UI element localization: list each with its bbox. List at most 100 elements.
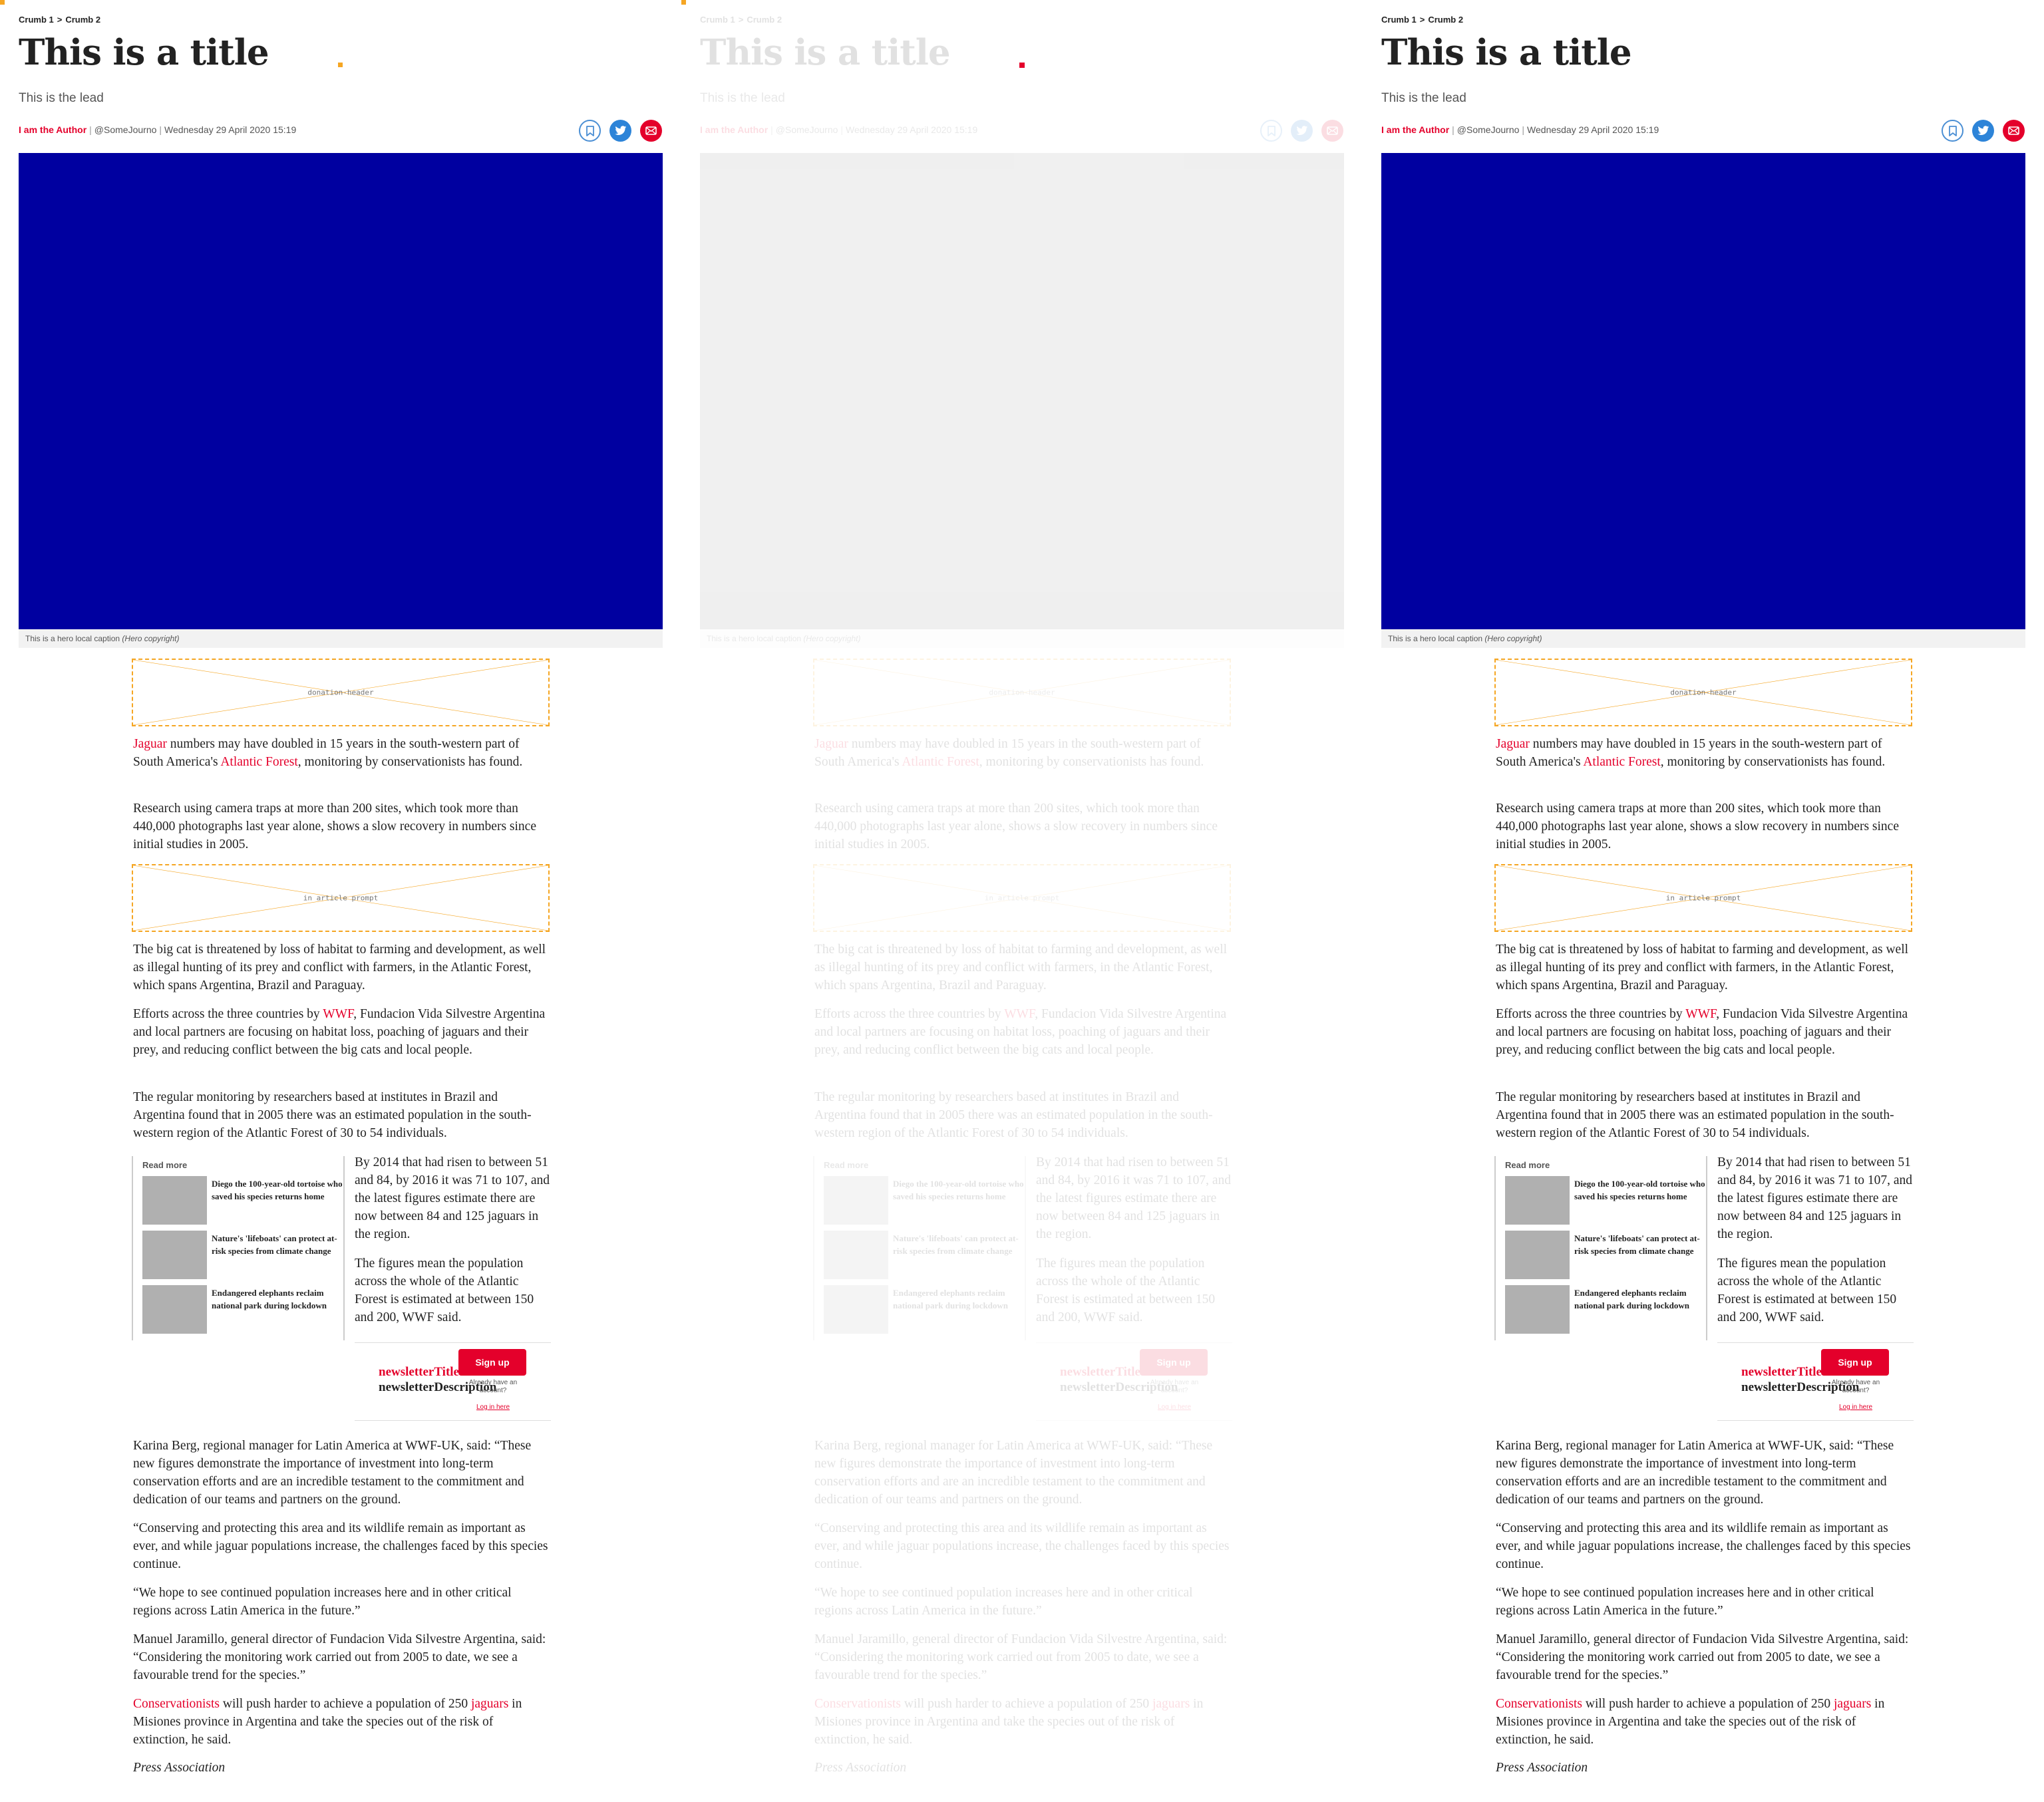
twitter-share-button[interactable] (1972, 120, 1994, 142)
read-more-heading: Read more (1505, 1160, 1550, 1170)
read-more-title: Nature's 'lifeboats' can protect at-risk… (212, 1233, 337, 1256)
read-more-thumbnail (1505, 1285, 1570, 1334)
read-more-title: Endangered elephants reclaim national pa… (1574, 1288, 1690, 1310)
newsletter-signup: newsletterTitle newsletterDescription Si… (1717, 1342, 1914, 1421)
paragraph-1: Jaguar numbers may have doubled in 15 ye… (1496, 737, 1886, 769)
read-more-item[interactable]: Endangered elephants reclaim national pa… (142, 1285, 342, 1334)
author-link[interactable]: I am the Author (700, 124, 768, 135)
read-more-item[interactable]: Endangered elephants reclaim national pa… (1505, 1285, 1705, 1334)
read-more-title: Diego the 100-year-old tortoise who save… (1574, 1179, 1705, 1201)
conservationists-link[interactable]: Conservationists (1496, 1697, 1582, 1711)
login-link[interactable]: Log in here (1821, 1404, 1890, 1411)
article-panel-faded: Crumb 1 > Crumb 2 This is a title This is … (681, 0, 1363, 1802)
read-more-item[interactable]: Endangered elephants reclaim national pa… (824, 1285, 1023, 1334)
paragraph-11: Manuel Jaramillo, general director of Fu… (133, 1632, 546, 1682)
bookmark-button[interactable] (579, 120, 601, 142)
atlantic-forest-link[interactable]: Atlantic Forest (220, 755, 297, 769)
breadcrumb-item-1[interactable]: Crumb 1 (19, 15, 54, 25)
atlantic-forest-link[interactable]: Atlantic Forest (1583, 755, 1660, 769)
breadcrumb-separator: > (57, 15, 63, 25)
paragraph-1: Jaguar numbers may have doubled in 15 ye… (133, 737, 523, 769)
paragraph-2: Research using camera traps at more than… (133, 802, 536, 851)
in-article-prompt-placeholder: in article prompt (1494, 864, 1912, 932)
jaguar-link[interactable]: Jaguar (814, 737, 848, 751)
read-more-thumbnail (824, 1231, 888, 1279)
article-signature: Press Association (133, 1761, 226, 1775)
author-link[interactable]: I am the Author (1381, 124, 1449, 135)
read-more-item[interactable]: Nature's 'lifeboats' can protect at-risk… (1505, 1231, 1705, 1280)
read-more-title: Diego the 100-year-old tortoise who save… (212, 1179, 343, 1201)
conservationists-link[interactable]: Conservationists (133, 1697, 220, 1711)
paragraph-2: Research using camera traps at more than… (814, 802, 1218, 851)
read-more-thumbnail (824, 1285, 888, 1334)
jaguars-link[interactable]: jaguars (471, 1697, 508, 1711)
author-handle: @SomeJourno (1456, 124, 1520, 135)
read-more-item[interactable]: Diego the 100-year-old tortoise who save… (1505, 1176, 1705, 1225)
wwf-link[interactable]: WWF (1004, 1007, 1035, 1021)
breadcrumb-item-2[interactable]: Crumb 2 (1428, 15, 1463, 25)
jaguars-link[interactable]: jaguars (1152, 1697, 1190, 1711)
publish-date: Wednesday 29 April 2020 15:19 (164, 124, 297, 135)
twitter-icon (1295, 126, 1307, 135)
email-share-button[interactable] (1321, 120, 1343, 142)
email-share-button[interactable] (2003, 120, 2025, 142)
article-signature: Press Association (1496, 1761, 1588, 1775)
bookmark-icon (586, 125, 594, 136)
placeholder-label: donation-header (307, 688, 374, 697)
jaguar-link[interactable]: Jaguar (133, 737, 167, 751)
hero-copyright: (Hero copyright) (122, 634, 180, 643)
paragraph-8: Karina Berg, regional manager for Latin … (133, 1439, 532, 1507)
paragraph-4: Efforts across the three countries by WW… (1496, 1007, 1908, 1057)
jaguars-link[interactable]: jaguars (1834, 1697, 1871, 1711)
email-share-button[interactable] (640, 120, 662, 142)
paragraph-9: “Conserving and protecting this area and… (814, 1521, 1230, 1571)
atlantic-forest-link[interactable]: Atlantic Forest (902, 755, 979, 769)
debug-marker (0, 0, 5, 5)
publish-date: Wednesday 29 April 2020 15:19 (846, 124, 978, 135)
read-more-item[interactable]: Diego the 100-year-old tortoise who save… (824, 1176, 1024, 1225)
signup-button[interactable]: Sign up (1821, 1349, 1889, 1376)
byline-divider: | (1522, 124, 1525, 135)
read-more-title: Diego the 100-year-old tortoise who save… (893, 1179, 1024, 1201)
debug-marker (1019, 63, 1025, 68)
breadcrumb-item-1[interactable]: Crumb 1 (1381, 15, 1417, 25)
login-link[interactable]: Log in here (1140, 1404, 1209, 1411)
twitter-icon (614, 126, 626, 135)
breadcrumb-item-2[interactable]: Crumb 2 (65, 15, 100, 25)
twitter-icon (1977, 126, 1989, 135)
wwf-link[interactable]: WWF (323, 1007, 353, 1021)
read-more-item[interactable]: Diego the 100-year-old tortoise who save… (142, 1176, 343, 1225)
author-link[interactable]: I am the Author (19, 124, 86, 135)
twitter-share-button[interactable] (1291, 120, 1313, 142)
donation-header-placeholder: donation-header (813, 659, 1231, 726)
paragraph-1: Jaguar numbers may have doubled in 15 ye… (814, 737, 1204, 769)
read-more-item[interactable]: Nature's 'lifeboats' can protect at-risk… (824, 1231, 1023, 1280)
breadcrumb-separator: > (1419, 15, 1425, 25)
article-panel-left: Crumb 1 > Crumb 2 This is a title This is … (0, 0, 681, 1802)
bookmark-button[interactable] (1942, 120, 1963, 142)
email-icon (2008, 126, 2019, 135)
login-link[interactable]: Log in here (458, 1404, 528, 1411)
hero-copyright: (Hero copyright) (803, 634, 861, 643)
breadcrumb-item-1[interactable]: Crumb 1 (700, 15, 735, 25)
placeholder-label: donation-header (1670, 688, 1737, 697)
hero-caption-text: This is a hero local caption (1388, 634, 1483, 643)
paragraph-7: The figures mean the population across t… (1036, 1257, 1216, 1324)
author-handle: @SomeJourno (94, 124, 157, 135)
conservationists-link[interactable]: Conservationists (814, 1697, 901, 1711)
paragraph-9: “Conserving and protecting this area and… (1496, 1521, 1911, 1571)
signup-button[interactable]: Sign up (458, 1349, 526, 1376)
article-signature: Press Association (814, 1761, 907, 1775)
signup-button[interactable]: Sign up (1140, 1349, 1208, 1376)
byline: I am the Author | @SomeJourno | Wednesday 29… (1381, 124, 1659, 135)
wwf-link[interactable]: WWF (1685, 1007, 1716, 1021)
paragraph-12: Conservationists will push harder to ach… (133, 1697, 522, 1747)
twitter-share-button[interactable] (609, 120, 631, 142)
read-more-thumbnail (824, 1176, 888, 1225)
jaguar-link[interactable]: Jaguar (1496, 737, 1530, 751)
hero-caption: This is a hero local caption (Hero copyr… (19, 629, 663, 648)
read-more-thumbnail (142, 1285, 207, 1334)
breadcrumb-item-2[interactable]: Crumb 2 (747, 15, 782, 25)
bookmark-button[interactable] (1260, 120, 1282, 142)
read-more-item[interactable]: Nature's 'lifeboats' can protect at-risk… (142, 1231, 342, 1280)
